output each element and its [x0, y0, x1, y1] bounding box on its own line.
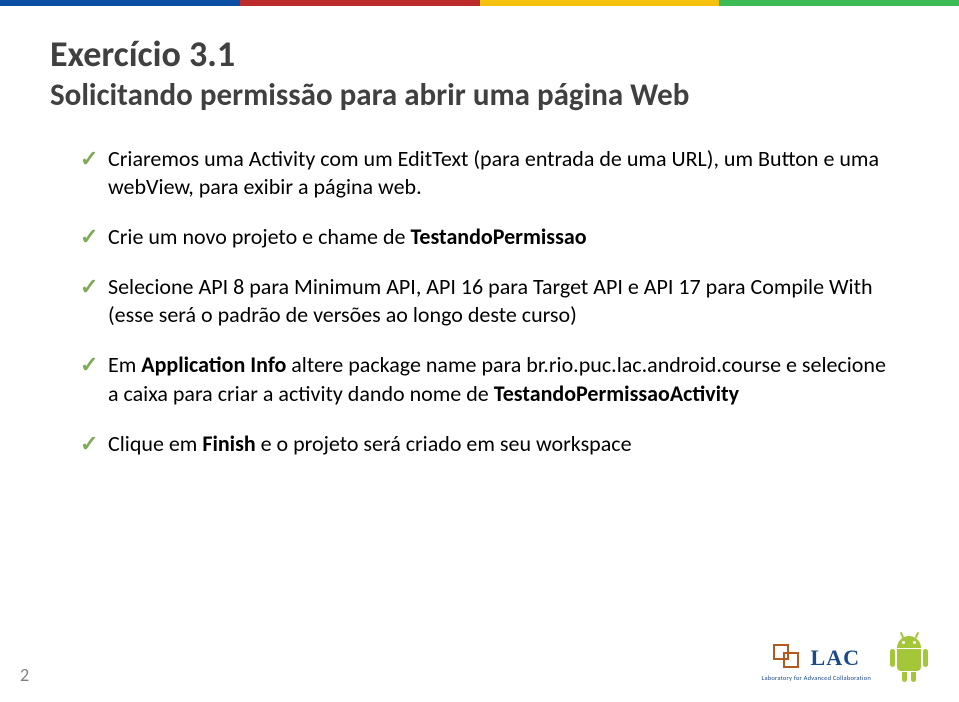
bullet-text: Criaremos uma Activity com um EditText (… [108, 145, 879, 200]
bold-term: TestandoPermissaoActivity [494, 380, 739, 407]
list-item: Em Application Info altere package name … [80, 351, 889, 407]
lac-logo: LAC Laboratory for Advanced Collaboratio… [762, 644, 871, 682]
bullet-text: Selecione API 8 para Minimum API, API 16… [108, 273, 873, 328]
bold-term: Application Info [141, 351, 286, 378]
list-item: Criaremos uma Activity com um EditText (… [80, 145, 889, 201]
page-number: 2 [20, 664, 29, 686]
list-item: Selecione API 8 para Minimum API, API 16… [80, 273, 889, 329]
top-accent-stripe [0, 0, 959, 6]
bullet-text: e o projeto será criado em seu workspace [256, 430, 632, 457]
list-item: Clique em Finish e o projeto será criado… [80, 430, 889, 458]
slide-content: Exercício 3.1 Solicitando permissão para… [50, 34, 889, 480]
bullet-text: Em [108, 351, 141, 378]
bullet-text: Clique em [108, 430, 202, 457]
bullet-list: Criaremos uma Activity com um EditText (… [50, 145, 889, 458]
lac-logo-text: LAC [811, 645, 860, 671]
android-icon [889, 636, 929, 682]
bold-term: TestandoPermissao [410, 223, 586, 250]
bullet-text: Crie um novo projeto e chame de [108, 223, 410, 250]
list-item: Crie um novo projeto e chame de Testando… [80, 223, 889, 251]
lac-logo-subtext: Laboratory for Advanced Collaboration [762, 674, 871, 682]
lac-mark-icon [773, 644, 805, 672]
slide-subtitle: Solicitando permissão para abrir uma pág… [50, 77, 889, 114]
slide-title: Exercício 3.1 [50, 34, 889, 75]
bold-term: Finish [202, 430, 255, 457]
footer-logos: LAC Laboratory for Advanced Collaboratio… [762, 636, 929, 682]
